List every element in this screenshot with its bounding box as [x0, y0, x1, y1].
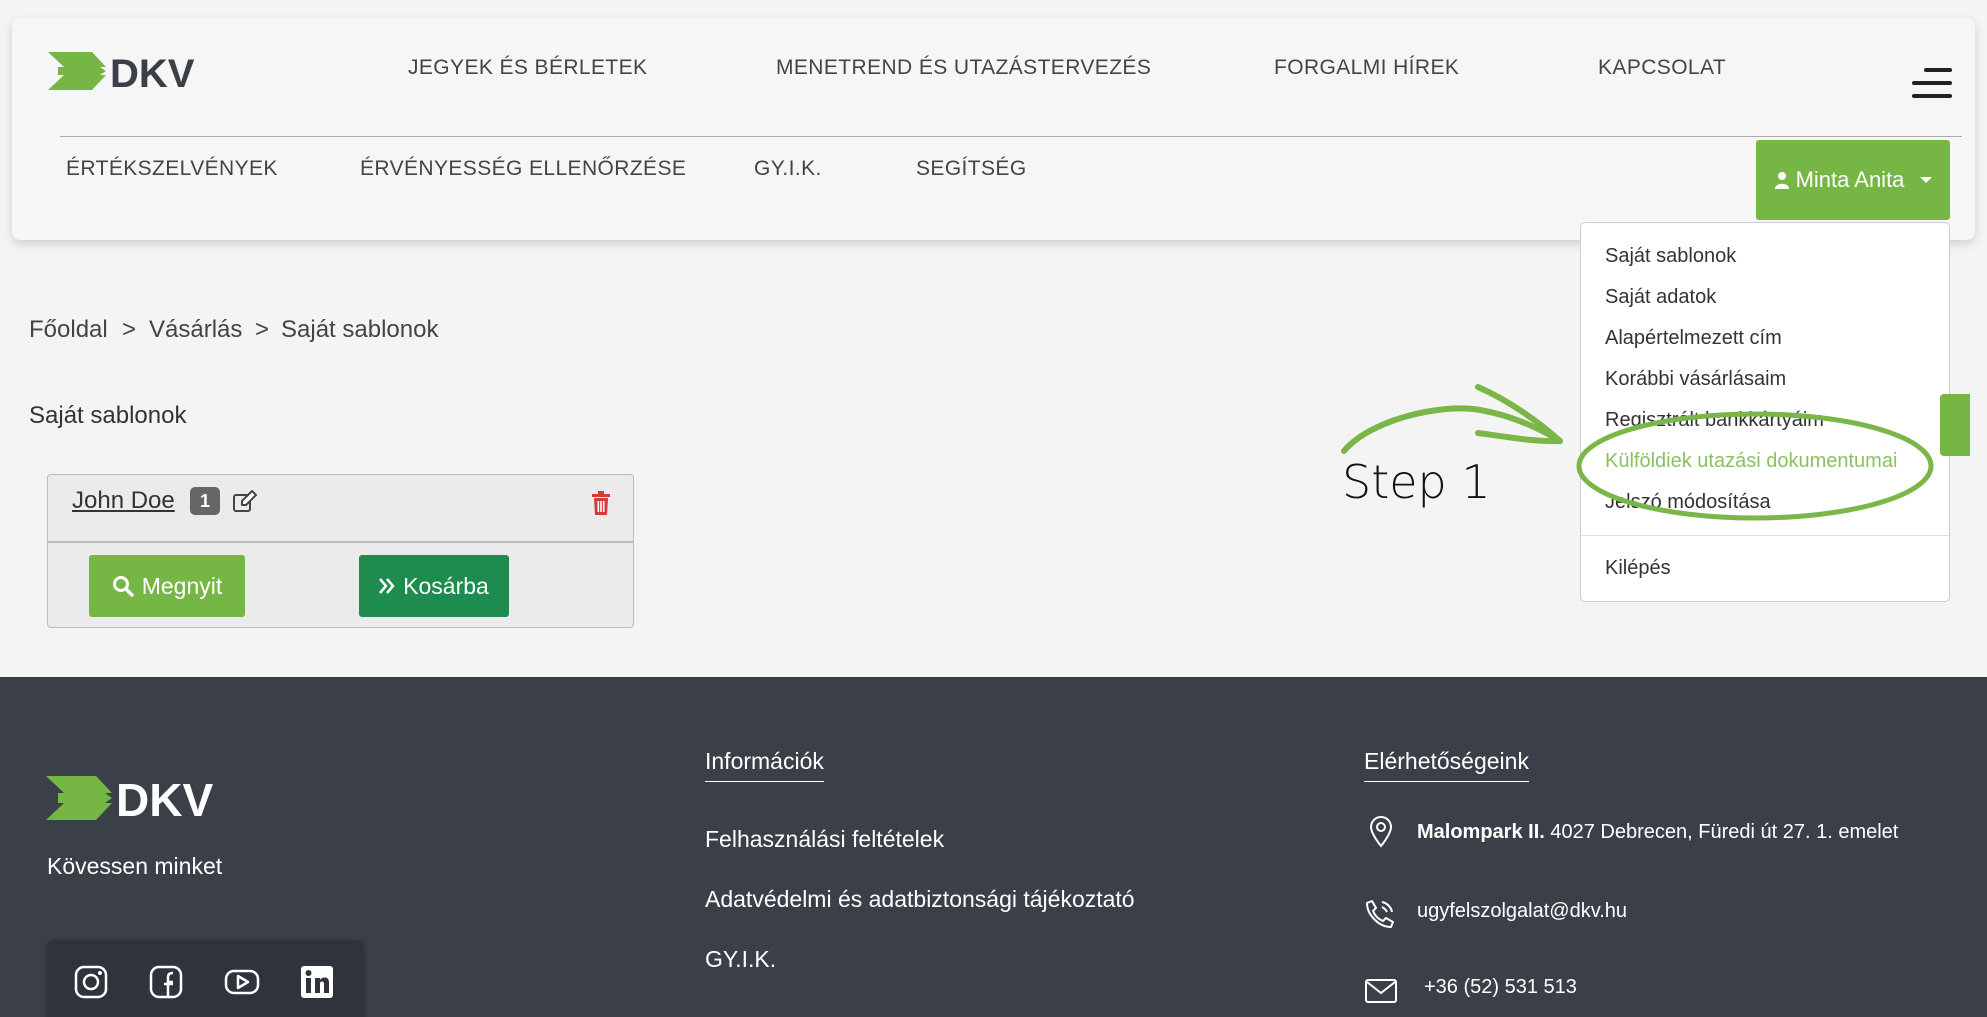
menu-item-own-templates[interactable]: Saját sablonok [1605, 245, 1736, 268]
breadcrumb-purchase[interactable]: Vásárlás [149, 316, 242, 344]
header: DKV JEGYEK ÉS BÉRLETEK MENETREND ÉS UTAZ… [12, 18, 1975, 240]
double-chevron-right-icon [379, 578, 395, 594]
edit-icon[interactable] [232, 489, 258, 515]
breadcrumb-separator: > [255, 316, 270, 343]
footer-logo-text: DKV [116, 774, 213, 824]
page-title: Saját sablonok [29, 402, 187, 429]
address-rest: 4027 Debrecen, Füredi út 27. 1. emelet [1544, 821, 1899, 843]
info-heading: Információk [705, 748, 824, 782]
open-button[interactable]: Megnyit [89, 555, 245, 617]
linkedin-icon[interactable] [299, 964, 335, 1000]
footer-link-terms[interactable]: Felhasználási feltételek [705, 826, 944, 853]
footer-link-privacy[interactable]: Adatvédelmi és adatbiztonsági tájékoztat… [705, 886, 1135, 913]
header-divider [60, 136, 1962, 137]
add-to-cart-button[interactable]: Kosárba [359, 555, 509, 617]
nav-validity-check[interactable]: ÉRVÉNYESSÉG ELLENŐRZÉSE [360, 157, 686, 181]
step-annotation-label: Step 1 [1342, 455, 1491, 509]
footer: DKV Kövessen minket Információk Felhaszn… [0, 677, 1987, 1017]
add-to-cart-label: Kosárba [403, 572, 489, 599]
address-bold: Malompark II. [1417, 821, 1545, 843]
email-link[interactable]: ugyfelszolgalat@dkv.hu [1417, 900, 1627, 923]
facebook-icon[interactable] [148, 964, 184, 1000]
user-name: Minta Anita [1795, 167, 1905, 192]
breadcrumb-separator: > [122, 316, 137, 343]
nav-faq[interactable]: GY.I.K. [754, 157, 822, 181]
dkv-logo[interactable]: DKV [48, 48, 228, 94]
footer-link-faq[interactable]: GY.I.K. [705, 946, 776, 973]
trash-icon[interactable] [591, 491, 611, 515]
template-card: John Doe 1 Megnyit Kosárba [47, 474, 634, 628]
hamburger-menu-icon[interactable] [1912, 68, 1952, 98]
nav-help[interactable]: SEGÍTSÉG [916, 157, 1027, 181]
highlight-ellipse [1576, 411, 1934, 521]
nav-vouchers[interactable]: ÉRTÉKSZELVÉNYEK [66, 157, 278, 181]
open-button-label: Megnyit [141, 572, 223, 599]
instagram-icon[interactable] [73, 964, 109, 1000]
card-divider [48, 541, 633, 543]
nav-traffic-news[interactable]: FORGALMI HÍREK [1274, 56, 1459, 80]
menu-item-own-data[interactable]: Saját adatok [1605, 286, 1716, 309]
contact-heading: Elérhetőségeink [1364, 748, 1529, 782]
partial-green-button[interactable] [1940, 394, 1970, 456]
template-name-link[interactable]: John Doe [72, 487, 175, 515]
social-links [48, 940, 363, 1017]
follow-us-text: Kövessen minket [47, 853, 223, 879]
menu-divider [1581, 535, 1949, 536]
nav-tickets[interactable]: JEGYEK ÉS BÉRLETEK [408, 56, 647, 80]
phone-link[interactable]: +36 (52) 531 513 [1424, 976, 1577, 999]
youtube-icon[interactable] [224, 964, 260, 1000]
footer-dkv-logo[interactable]: DKV [46, 772, 256, 824]
user-icon [1774, 172, 1789, 189]
search-icon [112, 576, 134, 597]
count-badge: 1 [190, 487, 220, 515]
nav-timetable[interactable]: MENETREND ÉS UTAZÁSTERVEZÉS [776, 56, 1151, 80]
user-menu-button[interactable]: Minta Anita [1756, 140, 1950, 220]
mail-icon [1365, 979, 1397, 1003]
nav-contact[interactable]: KAPCSOLAT [1598, 56, 1726, 80]
menu-item-logout[interactable]: Kilépés [1605, 557, 1671, 580]
phone-icon [1366, 900, 1394, 928]
menu-item-previous-purchases[interactable]: Korábbi vásárlásaim [1605, 368, 1786, 391]
breadcrumb-home[interactable]: Főoldal [29, 316, 108, 344]
logo-text: DKV [110, 52, 195, 94]
address-text: Malompark II. 4027 Debrecen, Füredi út 2… [1417, 821, 1898, 844]
location-pin-icon [1369, 816, 1393, 848]
caret-down-icon [1920, 177, 1933, 183]
menu-item-default-address[interactable]: Alapértelmezett cím [1605, 327, 1782, 350]
breadcrumb-current: Saját sablonok [281, 316, 439, 343]
